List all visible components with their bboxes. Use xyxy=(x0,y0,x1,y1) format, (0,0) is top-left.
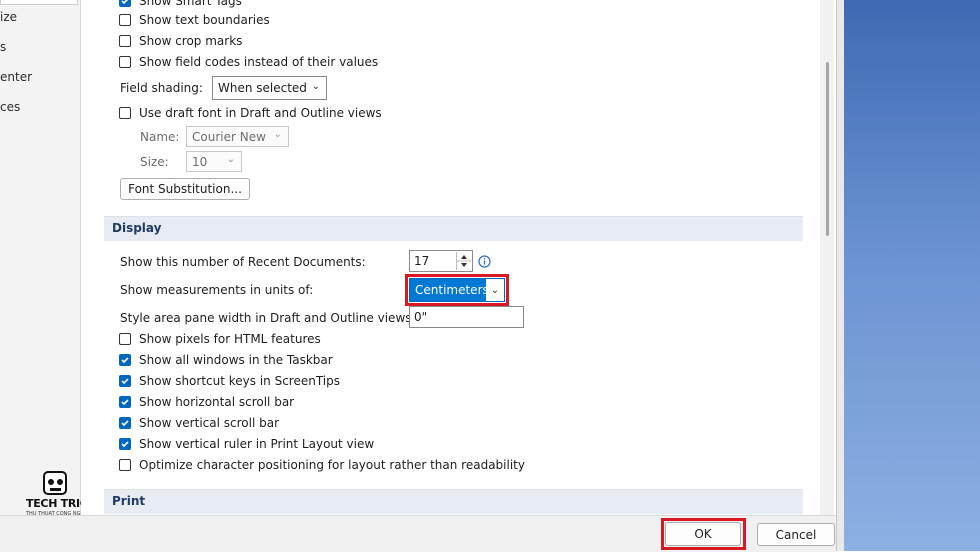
options-category-nav: ize s enter ces xyxy=(0,0,81,515)
option-label: Show field codes instead of their values xyxy=(139,55,379,69)
style-area-width-input[interactable]: 0" xyxy=(409,306,524,328)
checkbox-checked-icon[interactable] xyxy=(119,375,131,387)
checkbox-icon[interactable] xyxy=(119,35,131,47)
chevron-down-icon: ⌄ xyxy=(311,81,320,92)
draft-font-size-label: Size: xyxy=(140,155,169,169)
checkbox-icon[interactable] xyxy=(119,56,131,68)
option-label: Show crop marks xyxy=(139,34,243,48)
nav-item-trust-center[interactable]: enter xyxy=(0,70,32,84)
draft-font-name-label: Name: xyxy=(140,130,180,144)
spinner-up-down-icon[interactable] xyxy=(457,252,471,270)
recent-docs-value: 17 xyxy=(414,254,430,268)
recent-docs-label: Show this number of Recent Documents: xyxy=(120,255,366,269)
font-substitution-button[interactable]: Font Substitution... xyxy=(120,178,250,200)
info-icon[interactable] xyxy=(478,255,491,268)
show-shortcut-keys-option[interactable]: Show shortcut keys in ScreenTips xyxy=(119,374,340,388)
desktop-background xyxy=(844,0,980,551)
chevron-down-icon: ⌄ xyxy=(226,154,235,165)
checkbox-checked-icon[interactable] xyxy=(119,417,131,429)
option-label: Show vertical ruler in Print Layout view xyxy=(139,437,375,451)
nav-item-customize[interactable]: ize xyxy=(0,10,17,24)
checkbox-checked-icon[interactable] xyxy=(119,396,131,408)
checkbox-icon[interactable] xyxy=(119,107,131,119)
option-label: Show text boundaries xyxy=(139,13,270,27)
option-label: Show shortcut keys in ScreenTips xyxy=(139,374,340,388)
draft-font-name-dropdown[interactable]: Courier New ⌄ xyxy=(186,126,289,147)
nav-item-resources[interactable]: ces xyxy=(0,100,20,114)
option-label: Show vertical scroll bar xyxy=(139,416,279,430)
highlight-box-measurements xyxy=(405,274,509,306)
show-text-boundaries-option[interactable]: Show text boundaries xyxy=(119,13,270,27)
option-label: Use draft font in Draft and Outline view… xyxy=(139,106,382,120)
cancel-button[interactable]: Cancel xyxy=(757,523,835,546)
measurement-units-label: Show measurements in units of: xyxy=(120,283,314,297)
show-field-codes-option[interactable]: Show field codes instead of their values xyxy=(119,55,378,69)
option-label: Show pixels for HTML features xyxy=(139,332,321,346)
scrollbar-thumb[interactable] xyxy=(826,62,829,236)
checkbox-icon[interactable] xyxy=(119,14,131,26)
recent-docs-spinner[interactable]: 17 xyxy=(409,250,473,272)
draft-font-name-value: Courier New xyxy=(192,129,266,144)
display-section-header: Display xyxy=(104,216,803,241)
option-label: Show all windows in the Taskbar xyxy=(139,353,333,367)
show-vertical-scroll-option[interactable]: Show vertical scroll bar xyxy=(119,416,279,430)
field-shading-dropdown[interactable]: When selected ⌄ xyxy=(212,76,327,100)
option-label: Show Smart Tags xyxy=(139,0,242,8)
option-label: Optimize character positioning for layou… xyxy=(139,458,525,472)
show-horizontal-scroll-option[interactable]: Show horizontal scroll bar xyxy=(119,395,294,409)
nav-item-addins[interactable]: s xyxy=(0,40,6,54)
spinner-arrows[interactable] xyxy=(456,252,471,270)
checkbox-icon[interactable] xyxy=(119,333,131,345)
checkbox-icon[interactable] xyxy=(119,459,131,471)
nav-selected-item[interactable] xyxy=(0,0,78,5)
checkbox-checked-icon[interactable] xyxy=(119,438,131,450)
option-label: Show horizontal scroll bar xyxy=(139,395,295,409)
field-shading-value: When selected xyxy=(218,81,307,95)
chevron-down-icon: ⌄ xyxy=(273,129,282,140)
checkbox-checked-icon[interactable] xyxy=(119,354,131,366)
optimize-character-positioning-option[interactable]: Optimize character positioning for layou… xyxy=(119,458,525,472)
highlight-box-ok xyxy=(661,518,746,550)
show-vertical-ruler-option[interactable]: Show vertical ruler in Print Layout view xyxy=(119,437,374,451)
show-smart-tags-option[interactable]: Show Smart Tags xyxy=(119,0,242,8)
field-shading-label: Field shading: xyxy=(120,81,203,95)
draft-font-size-dropdown[interactable]: 10 ⌄ xyxy=(186,151,242,172)
print-section-header: Print xyxy=(104,489,803,514)
section-title: Display xyxy=(112,221,162,235)
show-all-windows-taskbar-option[interactable]: Show all windows in the Taskbar xyxy=(119,353,333,367)
checkbox-checked-icon[interactable] xyxy=(119,0,131,7)
show-pixels-html-option[interactable]: Show pixels for HTML features xyxy=(119,332,321,346)
section-title: Print xyxy=(112,494,146,508)
style-area-width-value: 0" xyxy=(414,310,428,324)
draft-font-size-value: 10 xyxy=(192,154,208,169)
use-draft-font-option[interactable]: Use draft font in Draft and Outline view… xyxy=(119,106,382,120)
show-crop-marks-option[interactable]: Show crop marks xyxy=(119,34,242,48)
style-area-label: Style area pane width in Draft and Outli… xyxy=(120,311,416,325)
